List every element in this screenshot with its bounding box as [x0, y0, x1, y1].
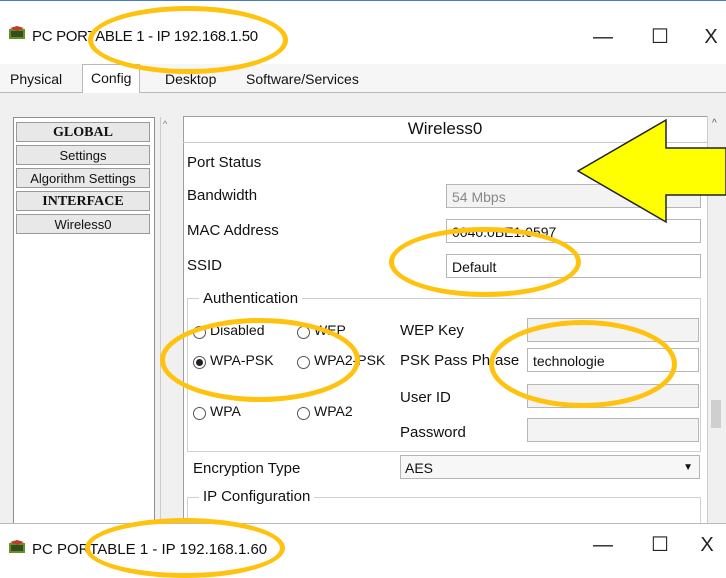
highlight-ellipse-psk	[489, 320, 677, 408]
highlight-ellipse-ssid	[389, 227, 581, 297]
highlight-ellipse-title-2	[85, 518, 285, 578]
highlight-ellipse-wpa-psk	[160, 318, 360, 402]
highlight-ellipse-title	[88, 6, 288, 74]
annotation-layer	[576, 118, 726, 224]
yellow-arrow-icon	[576, 118, 726, 224]
